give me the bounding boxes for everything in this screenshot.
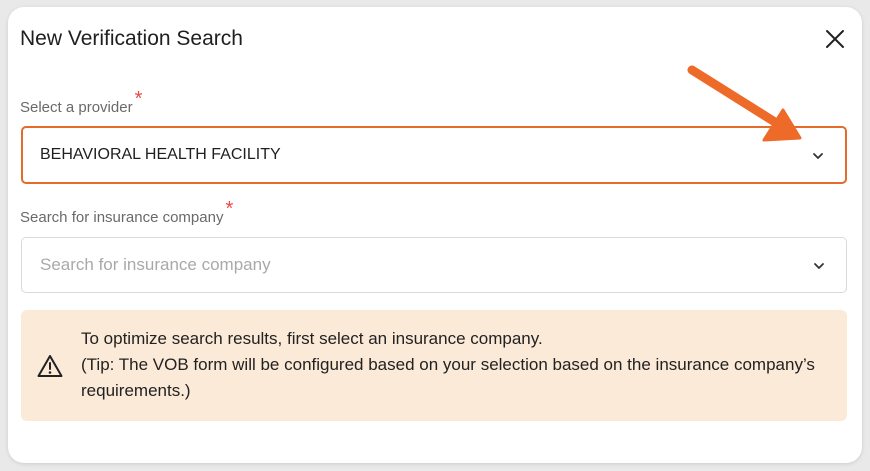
insurance-tip-notice: To optimize search results, first select… (21, 310, 847, 421)
insurance-label: Search for insurance company * (20, 198, 234, 226)
warning-icon (37, 355, 63, 377)
chevron-down-icon (813, 153, 823, 159)
insurance-search-placeholder: Search for insurance company (40, 255, 271, 274)
close-icon (826, 30, 844, 48)
notice-line-2: (Tip: The VOB form will be configured ba… (81, 355, 815, 400)
provider-label: Select a provider * (20, 88, 143, 116)
notice-text: To optimize search results, first select… (81, 326, 841, 404)
required-marker: * (225, 198, 234, 220)
notice-line-1: To optimize search results, first select… (81, 329, 543, 348)
close-button[interactable] (823, 27, 847, 51)
dialog-title: New Verification Search (20, 27, 243, 50)
chevron-down-icon (814, 263, 824, 269)
insurance-search-select[interactable]: Search for insurance company (21, 237, 847, 293)
required-marker: * (134, 88, 143, 110)
provider-select-value: BEHAVIORAL HEALTH FACILITY (40, 146, 281, 163)
arrow-pointer-icon (687, 65, 802, 142)
